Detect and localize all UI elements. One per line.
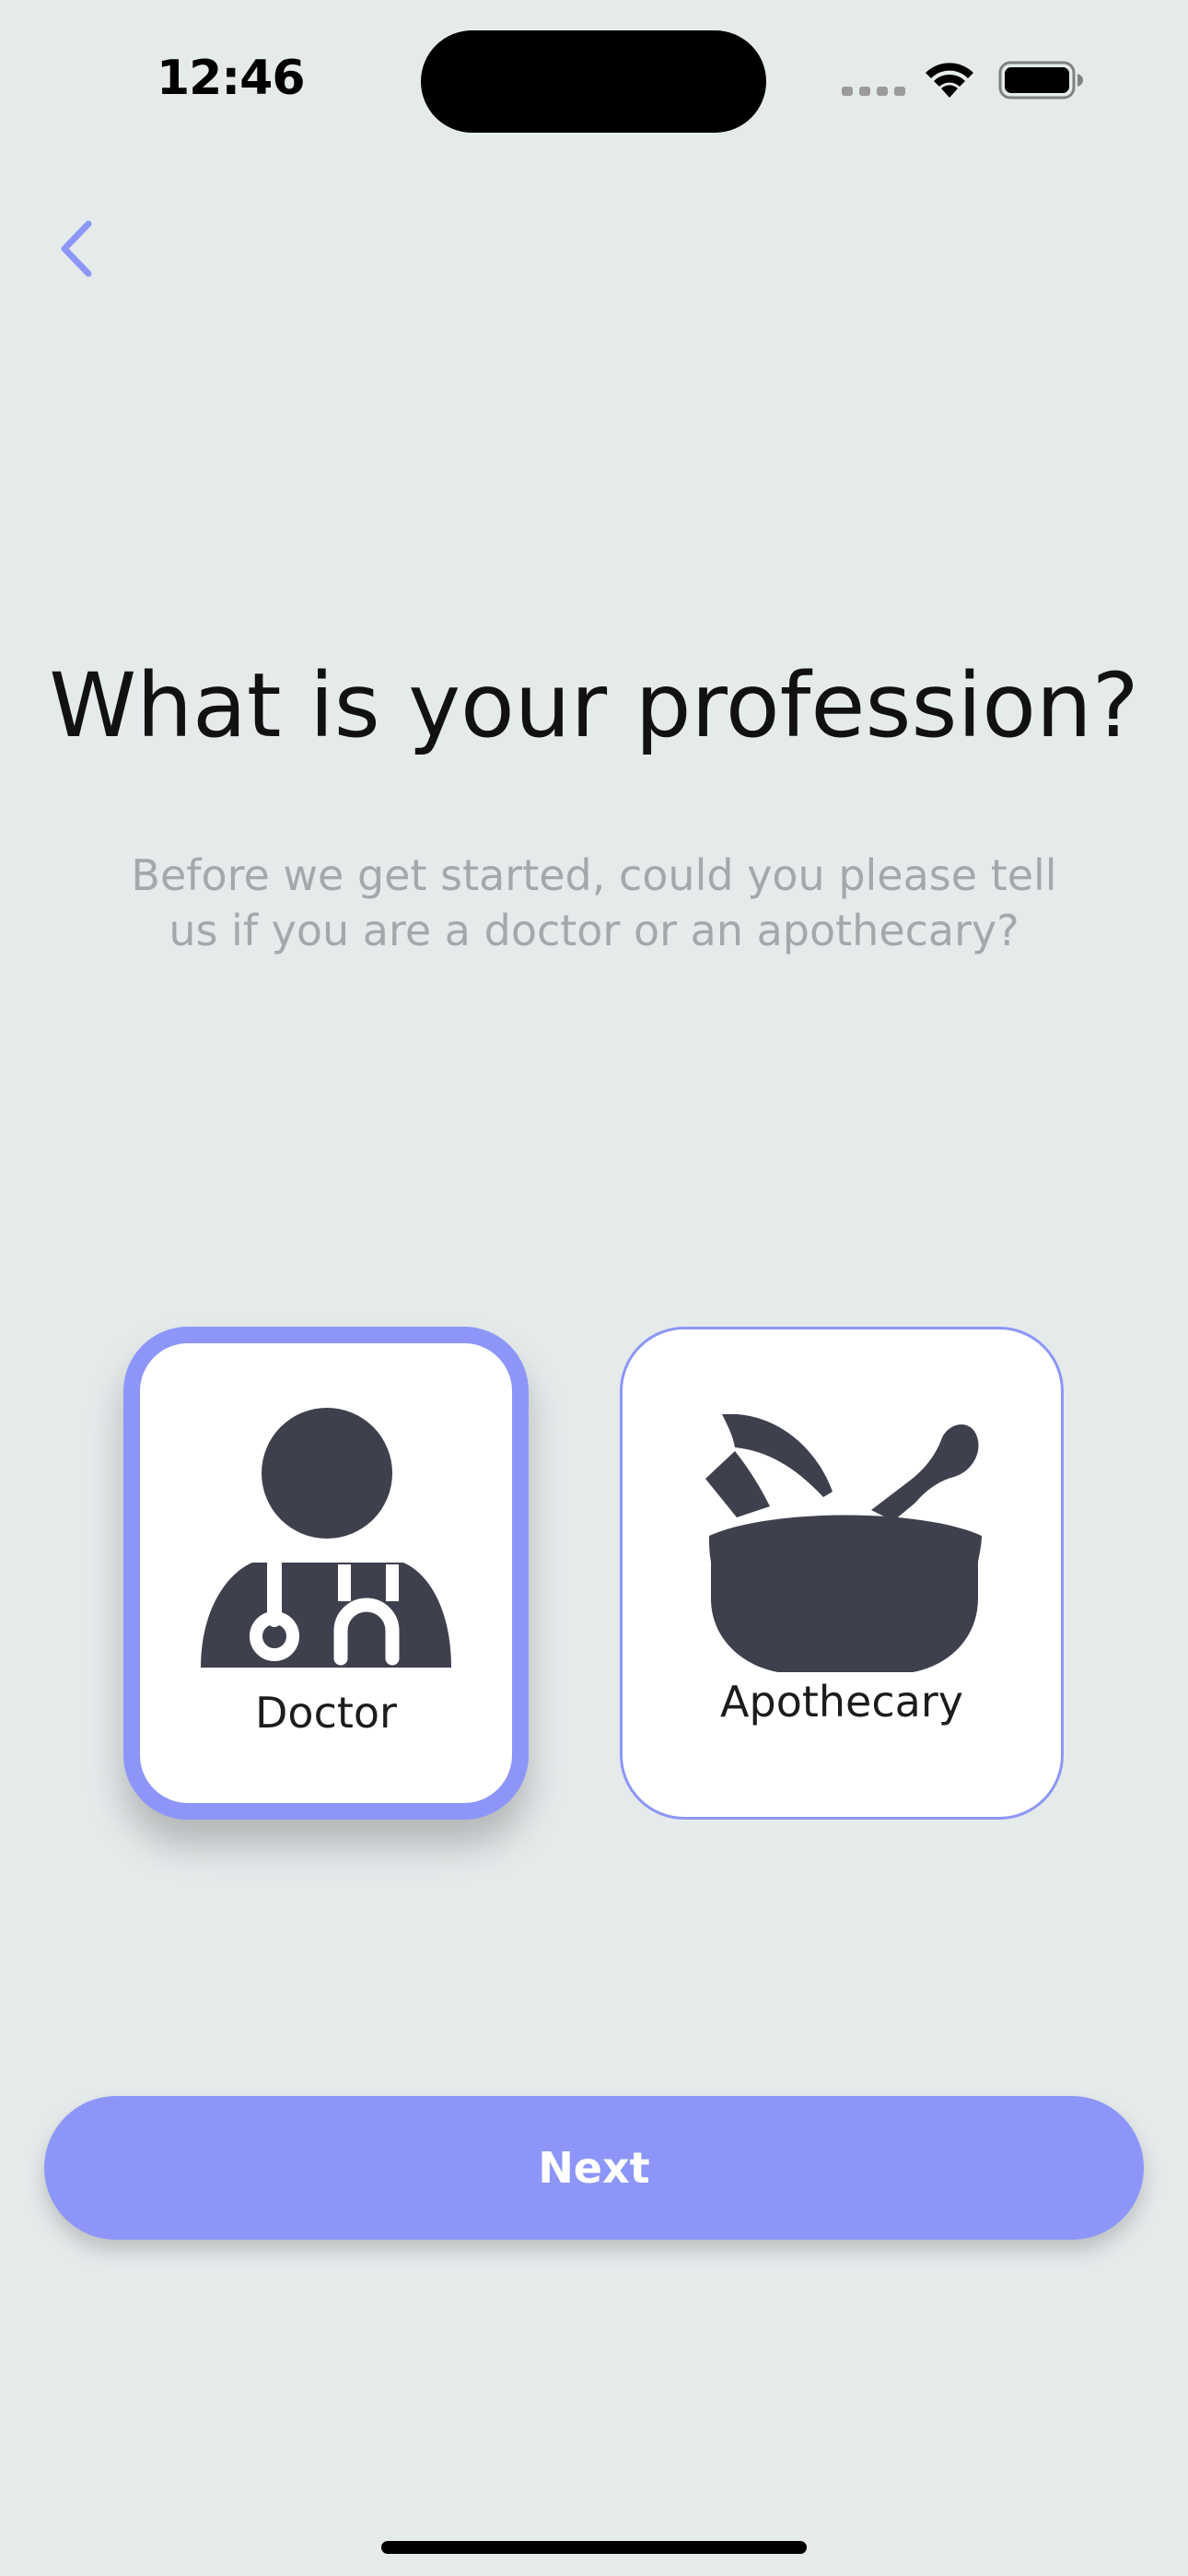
option-label-apothecary: Apothecary: [720, 1677, 963, 1727]
doctor-stethoscope-icon: [201, 1408, 451, 1668]
option-card-apothecary[interactable]: Apothecary: [620, 1327, 1064, 1820]
home-indicator[interactable]: [381, 2541, 807, 2554]
back-button[interactable]: [28, 198, 129, 299]
status-bar: 12:46: [0, 0, 1188, 147]
next-button[interactable]: Next: [44, 2096, 1144, 2240]
wifi-icon: [926, 63, 973, 98]
page-subtitle: Before we get started, could you please …: [131, 850, 1057, 955]
cellular-signal-icon: [842, 87, 905, 96]
status-time: 12:46: [157, 51, 306, 106]
option-label-doctor: Doctor: [255, 1688, 397, 1738]
page-title: What is your profession?: [49, 654, 1139, 757]
dynamic-island: [421, 30, 766, 133]
option-card-doctor[interactable]: Doctor: [123, 1327, 529, 1820]
battery-icon: [998, 61, 1083, 100]
chevron-left-icon: [61, 220, 92, 277]
mortar-pestle-icon: [705, 1414, 982, 1672]
